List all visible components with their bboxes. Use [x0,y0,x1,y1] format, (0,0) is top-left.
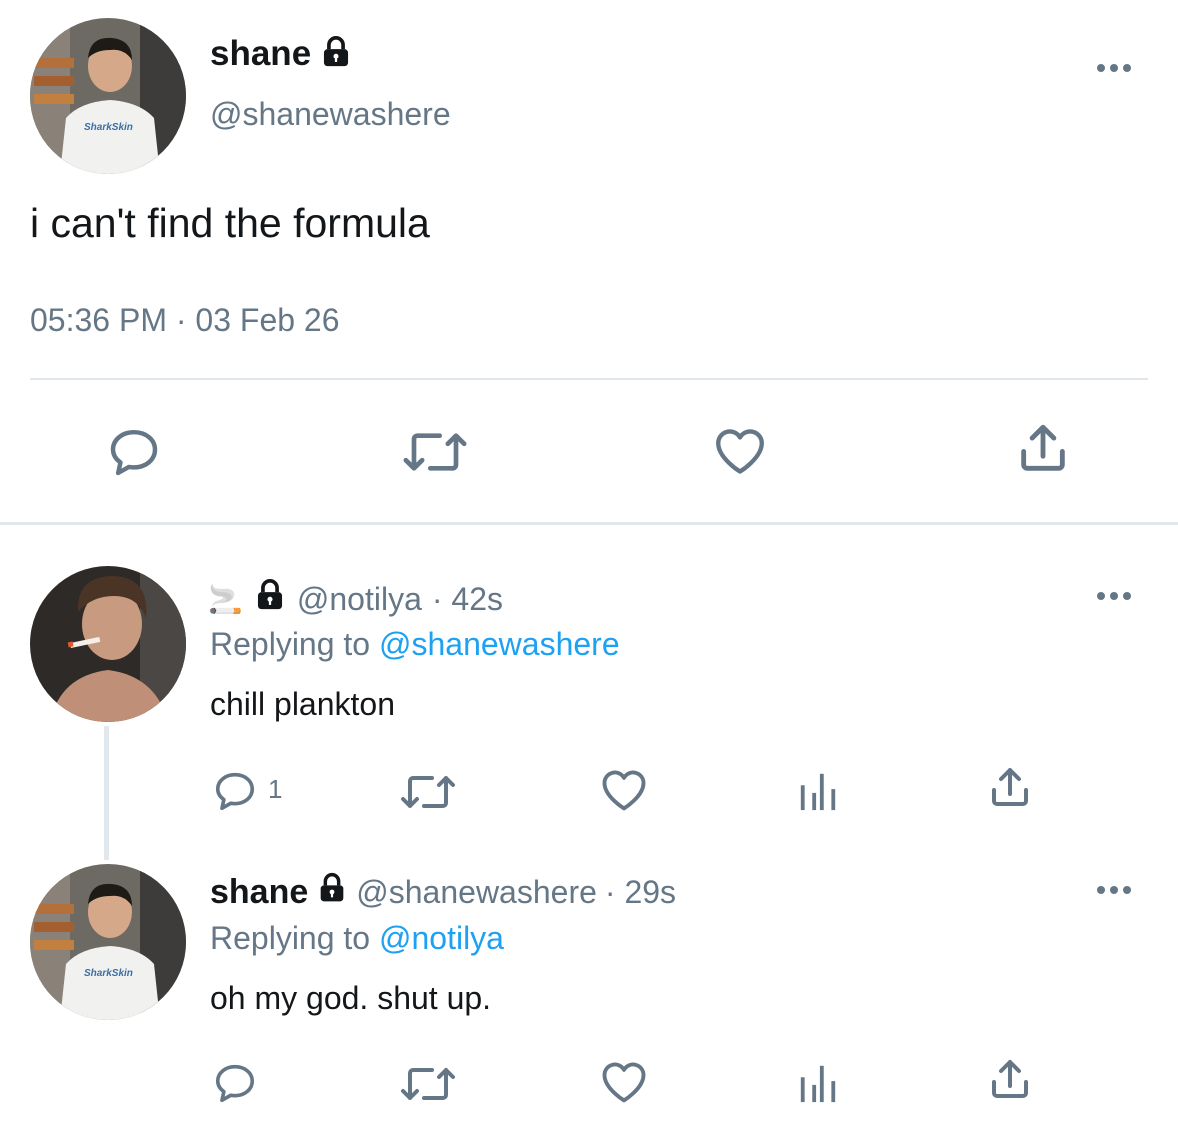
tweet-timestamp[interactable]: 05:36 PM · 03 Feb 26 [30,302,340,339]
reply-icon[interactable] [210,1060,260,1106]
avatar-shane[interactable]: SharkSkin [30,18,186,174]
lock-icon [253,578,287,620]
more-icon[interactable] [1097,886,1131,894]
thread-line [104,726,109,860]
reply-icon[interactable] [106,424,162,480]
retweet-icon[interactable] [400,424,470,480]
replying-to-link[interactable]: @notilya [379,920,504,956]
display-name-emoji[interactable]: 🚬 [208,583,243,616]
replying-prefix: Replying to [210,920,371,956]
avatar-shirt-text: SharkSkin [84,122,133,133]
avatar-shane[interactable]: SharkSkin [30,864,186,1020]
analytics-icon[interactable] [796,770,840,812]
more-icon[interactable] [1097,64,1131,72]
handle[interactable]: @shanewashere [210,96,451,133]
more-icon[interactable] [1097,592,1131,600]
display-name-row: shane [210,34,353,74]
analytics-icon[interactable] [796,1062,840,1104]
replying-prefix: Replying to [210,626,371,662]
lock-icon [319,35,353,74]
avatar-shirt-text: SharkSkin [84,968,133,979]
handle[interactable]: @notilya [297,581,422,618]
reply-icon[interactable] [210,768,260,814]
share-icon[interactable] [986,764,1034,812]
replying-to-row: Replying to @notilya [210,920,504,957]
reply-age[interactable]: · 29s [605,874,676,911]
display-name[interactable]: shane [210,34,311,74]
heart-icon[interactable] [598,764,650,816]
reply-count: 1 [268,774,283,804]
reply-text: oh my god. shut up. [210,980,492,1016]
retweet-icon[interactable] [398,768,458,816]
avatar-notilya[interactable] [30,566,186,722]
reply-text: chill plankton [210,686,395,722]
reply-age[interactable]: · 42s [432,581,503,618]
section-divider [0,522,1178,525]
heart-icon[interactable] [710,422,770,480]
retweet-icon[interactable] [398,1060,458,1108]
share-icon[interactable] [986,1056,1034,1104]
divider [30,378,1148,380]
reply-header: shane @shanewashere · 29s [210,872,676,912]
replying-to-row: Replying to @shanewashere [210,626,620,663]
lock-icon [316,872,348,912]
tweet-text: i can't find the formula [30,200,430,246]
handle[interactable]: @shanewashere [356,874,597,911]
reply-header: 🚬 @notilya · 42s [208,578,503,620]
heart-icon[interactable] [598,1056,650,1108]
display-name[interactable]: shane [210,873,308,912]
replying-to-link[interactable]: @shanewashere [379,626,620,662]
share-icon[interactable] [1014,420,1072,478]
